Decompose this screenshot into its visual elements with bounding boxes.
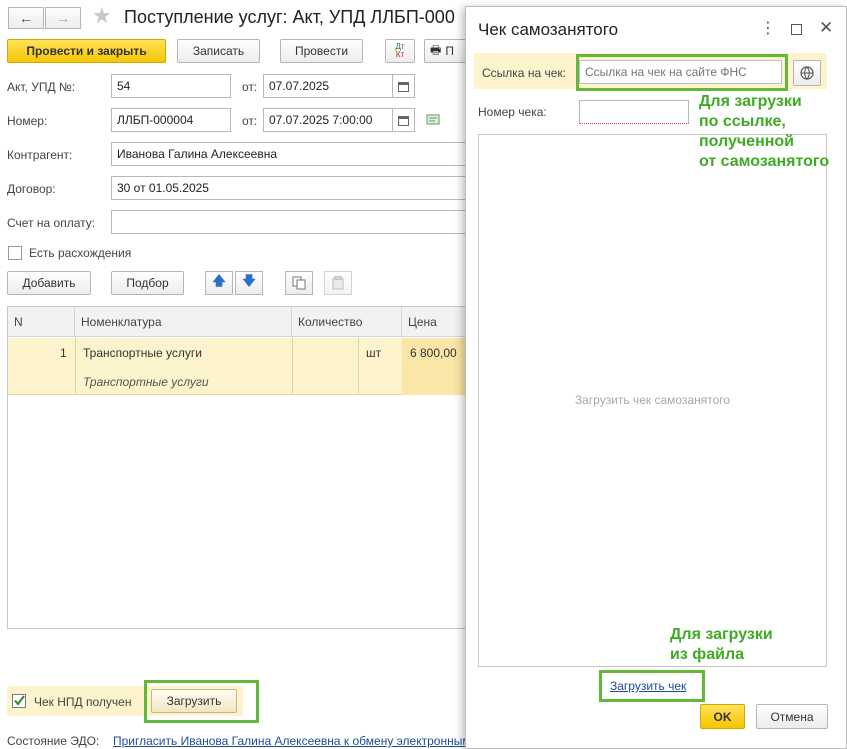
services-table: N Номенклатура Количество Цена 1 Транспо… — [7, 306, 468, 629]
calendar-icon[interactable] — [393, 108, 415, 132]
receipt-link-label: Ссылка на чек: — [482, 66, 566, 80]
number-label: Номер: — [7, 114, 48, 128]
checkmark-icon — [14, 695, 25, 706]
printer-icon: 🖶 — [430, 42, 442, 57]
back-button[interactable]: ← — [8, 7, 44, 29]
open-link-button[interactable] — [793, 60, 821, 86]
add-row-button[interactable]: Добавить — [7, 271, 91, 295]
number-field[interactable]: ЛЛБП-000004 — [111, 108, 231, 132]
receipt-drop-area[interactable]: Загрузить чек самозанятого — [478, 134, 827, 667]
arrow-down-icon: 🡇 — [242, 273, 256, 288]
more-icon[interactable]: ⋮ — [760, 21, 776, 37]
calendar-icon[interactable] — [393, 74, 415, 98]
highlight-link-input — [576, 54, 788, 91]
annotation-line: от самозанятого — [699, 153, 830, 170]
dialog-title: Чек самозанятого — [478, 20, 619, 39]
annotation-line: полученной — [699, 133, 795, 150]
page-title: Поступление услуг: Акт, УПД ЛЛБП-000 — [124, 7, 455, 27]
forward-button[interactable]: → — [45, 7, 81, 29]
edit-comment-icon[interactable] — [426, 113, 442, 130]
print-button-label: П — [445, 44, 454, 58]
annotation-line: по ссылке, — [699, 113, 786, 130]
receipt-number-input[interactable] — [579, 100, 689, 124]
arrow-left-icon: ← — [19, 10, 33, 26]
move-up-button[interactable]: 🡅 — [205, 271, 233, 295]
annotation-by-link: Для загрузки по ссылке, полученной от са… — [699, 92, 829, 172]
cancel-button[interactable]: Отмена — [756, 704, 828, 729]
close-icon[interactable]: ✕ — [819, 19, 833, 36]
number-date-field[interactable]: 07.07.2025 7:00:00 — [263, 108, 393, 132]
maximize-icon[interactable] — [791, 24, 802, 35]
receipt-number-label: Номер чека: — [478, 105, 547, 119]
column-header-price[interactable]: Цена — [402, 307, 468, 337]
highlight-upload-link — [599, 670, 705, 702]
favorite-star-icon[interactable]: ★ — [92, 3, 112, 29]
act-date-field[interactable]: 07.07.2025 — [263, 74, 393, 98]
arrow-up-icon: 🡅 — [212, 273, 226, 288]
highlight-upload-button — [144, 680, 259, 723]
row-item: Транспортные услуги — [83, 346, 202, 360]
column-header-item[interactable]: Номенклатура — [75, 307, 292, 337]
annotation-line: Для загрузки — [699, 93, 802, 110]
pick-button[interactable]: Подбор — [111, 271, 184, 295]
discrepancy-checkbox[interactable] — [8, 246, 22, 260]
move-down-button[interactable]: 🡇 — [235, 271, 263, 295]
column-header-n[interactable]: N — [8, 307, 75, 337]
paste-button[interactable] — [324, 271, 352, 295]
annotation-from-file: Для загрузки из файла — [670, 625, 773, 665]
annotation-line: из файла — [670, 646, 745, 663]
invoice-field[interactable] — [111, 210, 467, 234]
contract-field[interactable]: 30 от 01.05.2025 — [111, 176, 467, 200]
discrepancy-label: Есть расхождения — [29, 246, 132, 260]
arrow-right-icon: → — [56, 10, 70, 26]
row-number: 1 — [60, 346, 67, 360]
npd-received-label: Чек НПД получен — [34, 695, 132, 709]
row-unit: шт — [366, 346, 382, 360]
row-item-sub: Транспортные услуги — [83, 375, 209, 389]
annotation-line: Для загрузки — [670, 626, 773, 643]
copy-icon — [292, 276, 306, 290]
number-date-label: от: — [242, 114, 258, 128]
post-and-close-button[interactable]: Провести и закрыть — [7, 39, 166, 63]
act-number-label: Акт, УПД №: — [7, 80, 76, 94]
contract-label: Договор: — [7, 182, 56, 196]
invoice-label: Счет на оплату: — [7, 216, 96, 230]
column-header-qty[interactable]: Количество — [292, 307, 402, 337]
act-number-field[interactable]: 54 — [111, 74, 231, 98]
edo-status-label: Состояние ЭДО: — [7, 734, 100, 748]
dtkt-bottom-text: Кт — [395, 50, 405, 59]
globe-arrow-icon — [800, 66, 814, 80]
dtkt-button[interactable]: Дт Кт — [385, 39, 415, 63]
self-employed-receipt-dialog: Чек самозанятого ⋮ ✕ Ссылка на чек: Номе… — [465, 6, 847, 749]
save-button[interactable]: Записать — [177, 39, 260, 63]
post-button[interactable]: Провести — [280, 39, 363, 63]
npd-received-checkbox[interactable] — [12, 694, 26, 708]
act-date-label: от: — [242, 80, 258, 94]
copy-button[interactable] — [285, 271, 313, 295]
print-button[interactable]: 🖶 П — [424, 39, 466, 63]
drop-area-text: Загрузить чек самозанятого — [574, 393, 731, 407]
counterparty-label: Контрагент: — [7, 148, 73, 162]
row-price: 6 800,00 — [410, 346, 457, 360]
counterparty-field[interactable]: Иванова Галина Алексеевна — [111, 142, 467, 166]
table-row[interactable]: 1 Транспортные услуги Транспортные услуг… — [8, 338, 466, 395]
ok-button[interactable]: OK — [700, 704, 745, 729]
paste-icon — [332, 276, 344, 290]
